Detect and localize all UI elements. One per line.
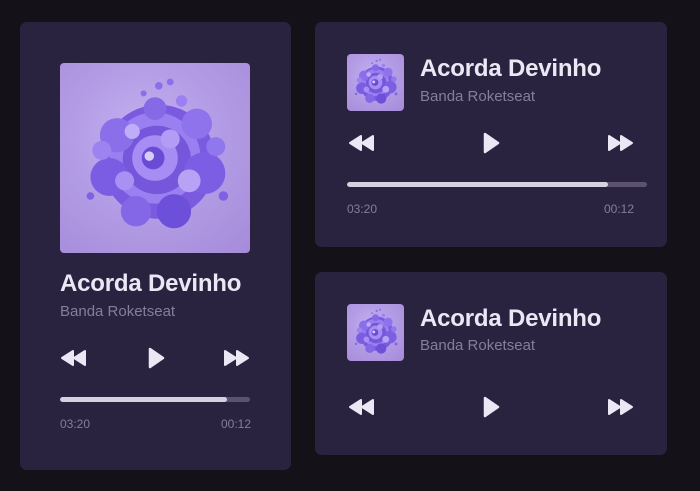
- album-art-icon: [347, 304, 404, 361]
- track-title: Acorda Devinho: [420, 55, 602, 82]
- album-cover: [347, 304, 404, 361]
- player-card-mini: Acorda Devinho Banda Roketseat: [315, 272, 667, 455]
- next-button[interactable]: [221, 348, 251, 368]
- progress-bar[interactable]: [347, 182, 647, 187]
- remaining-time: 00:12: [603, 202, 634, 216]
- progress-fill: [347, 182, 608, 187]
- track-artist: Banda Roketseat: [420, 337, 536, 354]
- album-art-icon: [347, 54, 404, 111]
- fast-forward-icon: [222, 349, 250, 367]
- track-artist: Banda Roketseat: [60, 303, 176, 320]
- fast-forward-icon: [606, 398, 634, 416]
- previous-button[interactable]: [347, 133, 377, 153]
- play-icon: [482, 396, 500, 418]
- play-icon: [147, 347, 165, 369]
- play-button[interactable]: [481, 395, 501, 419]
- elapsed-time: 03:20: [60, 417, 91, 431]
- progress-fill: [60, 397, 228, 402]
- track-title: Acorda Devinho: [420, 305, 602, 332]
- rewind-icon: [348, 398, 376, 416]
- previous-button[interactable]: [347, 397, 377, 417]
- album-cover: [60, 63, 250, 253]
- player-card-large: Acorda Devinho Banda Roketseat 03:20 00:…: [20, 22, 291, 470]
- album-cover: [347, 54, 404, 111]
- track-artist: Banda Roketseat: [420, 88, 536, 105]
- next-button[interactable]: [605, 133, 635, 153]
- track-title: Acorda Devinho: [60, 270, 242, 297]
- elapsed-time: 03:20: [347, 202, 378, 216]
- album-art-icon: [60, 63, 250, 253]
- progress-bar[interactable]: [60, 397, 250, 402]
- rewind-icon: [348, 134, 376, 152]
- player-card-compact: Acorda Devinho Banda Roketseat 03:20 00:…: [315, 22, 667, 247]
- fast-forward-icon: [606, 134, 634, 152]
- previous-button[interactable]: [59, 348, 89, 368]
- play-button[interactable]: [146, 346, 166, 370]
- play-button[interactable]: [481, 131, 501, 155]
- next-button[interactable]: [605, 397, 635, 417]
- remaining-time: 00:12: [220, 417, 251, 431]
- play-icon: [482, 132, 500, 154]
- rewind-icon: [60, 349, 88, 367]
